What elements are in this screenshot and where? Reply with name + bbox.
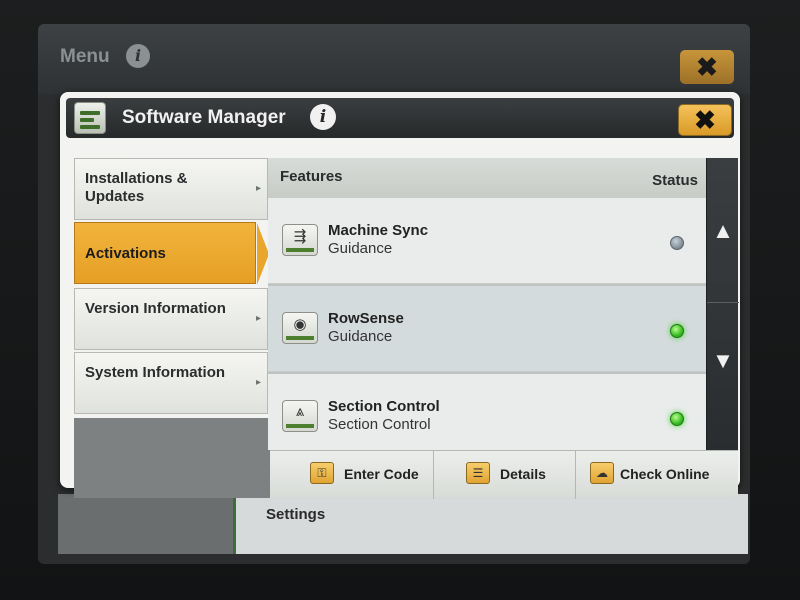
menu-close-icon[interactable]: ✖	[680, 50, 734, 84]
nav-item-label: System Information	[85, 364, 226, 381]
check-online-button[interactable]: ☁ Check Online	[576, 451, 738, 499]
details-button[interactable]: ☰ Details	[434, 451, 576, 499]
feature-row-rowsense[interactable]: ◉ RowSense Guidance	[268, 286, 706, 372]
status-indicator-inactive	[670, 236, 684, 250]
nav-item-label: Activations	[85, 245, 166, 262]
nav-item-activations[interactable]: Activations	[74, 222, 269, 285]
feature-name: RowSense	[328, 310, 404, 327]
section-control-icon: ⩓	[282, 400, 318, 432]
menu-header: Menu i ✖	[38, 24, 750, 94]
software-manager-icon	[74, 102, 106, 134]
scrollbar[interactable]: ▲ ▼	[706, 158, 739, 450]
machine-sync-icon: ⇶	[282, 224, 318, 256]
feature-category: Guidance	[328, 328, 393, 345]
features-panel: Features Status ⇶ Machine Sync Guidance …	[268, 158, 739, 450]
enter-code-label: Enter Code	[344, 466, 419, 482]
feature-name: Machine Sync	[328, 222, 429, 239]
status-indicator-active	[670, 324, 684, 338]
nav-item-label: Version Information	[85, 300, 226, 317]
menu-info-icon[interactable]: i	[126, 44, 150, 68]
enter-code-button[interactable]: ⚿ Enter Code	[270, 451, 434, 499]
nav-item-label: Installations & Updates	[85, 170, 188, 205]
features-header: Features Status	[268, 158, 706, 198]
cloud-download-icon: ☁	[590, 462, 614, 484]
menu-title: Menu	[60, 46, 110, 67]
feature-name: Section Control	[328, 398, 440, 415]
dialog-header: Software Manager i ✖	[66, 98, 734, 138]
side-navigation: Installations & Updates ▸ Activations Ve…	[74, 158, 269, 488]
feature-category: Guidance	[328, 240, 393, 257]
software-manager-dialog: Software Manager i ✖ Installations & Upd…	[60, 92, 740, 499]
feature-row-section-control[interactable]: ⩓ Section Control Section Control	[268, 374, 706, 450]
nav-item-system-information[interactable]: System Information ▸	[74, 352, 268, 414]
check-online-label: Check Online	[620, 466, 710, 482]
chevron-right-icon: ▸	[255, 313, 261, 324]
scroll-divider	[707, 302, 739, 303]
features-list: ⇶ Machine Sync Guidance ◉ RowSense Guida…	[268, 198, 706, 450]
key-icon: ⚿	[310, 462, 334, 484]
menu-footer-left	[58, 494, 233, 554]
settings-label[interactable]: Settings	[266, 506, 325, 523]
details-label: Details	[500, 466, 546, 482]
chevron-right-icon: ▸	[255, 183, 261, 194]
scroll-down-icon[interactable]: ▼	[707, 348, 739, 374]
document-icon: ☰	[466, 462, 490, 484]
nav-item-installations-updates[interactable]: Installations & Updates ▸	[74, 158, 268, 220]
menu-footer: Settings	[58, 494, 748, 554]
feature-category: Section Control	[328, 416, 431, 433]
dialog-title: Software Manager	[122, 107, 286, 128]
display-screen: Menu i ✖ Settings Software Manager i ✖ I…	[38, 24, 750, 564]
chevron-right-icon: ▸	[255, 377, 261, 388]
scroll-up-icon[interactable]: ▲	[707, 218, 739, 244]
status-column-header: Status	[652, 172, 698, 189]
rowsense-icon: ◉	[282, 312, 318, 344]
nav-item-version-information[interactable]: Version Information ▸	[74, 288, 268, 350]
info-icon[interactable]: i	[310, 104, 336, 130]
status-indicator-active	[670, 412, 684, 426]
menu-footer-right: Settings	[236, 494, 748, 554]
close-button[interactable]: ✖	[678, 104, 732, 136]
action-bar: ⚿ Enter Code ☰ Details ☁ Check Online	[270, 450, 738, 499]
features-column-header: Features	[280, 168, 343, 185]
feature-row-machine-sync[interactable]: ⇶ Machine Sync Guidance	[268, 198, 706, 284]
